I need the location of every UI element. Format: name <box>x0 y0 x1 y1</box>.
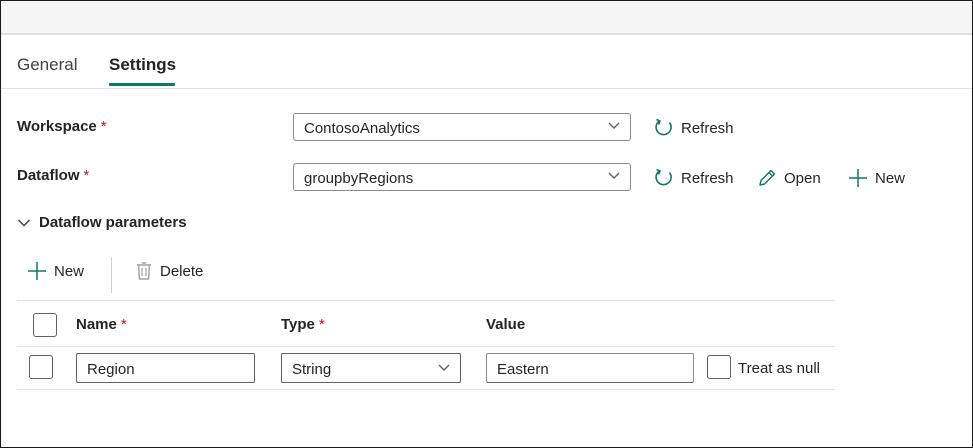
pipeline-activity-settings-panel: General Settings Workspace * ContosoAnaly… <box>0 0 973 448</box>
column-header-name: Name * <box>76 316 127 333</box>
column-header-name-text: Name <box>76 316 117 333</box>
dataflow-label-text: Dataflow <box>17 167 80 184</box>
dataflow-dropdown-value: groupbyRegions <box>304 170 414 187</box>
chevron-down-icon <box>17 218 31 227</box>
workspace-dropdown[interactable]: ContosoAnalytics <box>293 113 631 141</box>
refresh-icon <box>655 118 672 136</box>
dataflow-label: Dataflow * <box>17 167 89 184</box>
column-header-value-text: Value <box>486 316 526 333</box>
dataflow-new-button[interactable]: New <box>847 167 905 189</box>
panel-top-strip <box>1 1 972 35</box>
toolbar-divider <box>111 257 112 293</box>
chevron-down-icon <box>438 364 450 371</box>
grid-top-border <box>17 300 835 301</box>
required-mark: * <box>100 118 107 135</box>
workspace-dropdown-value: ContosoAnalytics <box>304 120 420 137</box>
select-all-checkbox[interactable] <box>33 313 57 337</box>
workspace-label: Workspace * <box>17 118 107 135</box>
dataflow-open-label: Open <box>784 169 821 187</box>
plus-icon <box>849 169 867 187</box>
treat-as-null-checkbox[interactable] <box>707 355 731 379</box>
chevron-down-icon <box>608 172 620 179</box>
workspace-refresh-button[interactable]: Refresh <box>653 117 734 139</box>
parameter-type-dropdown[interactable]: String <box>281 353 461 383</box>
column-header-type: Type * <box>281 316 325 333</box>
chevron-down-icon <box>608 122 620 129</box>
pencil-icon <box>759 169 776 186</box>
required-mark: * <box>83 167 90 184</box>
required-mark: * <box>318 316 325 333</box>
active-tab-indicator <box>109 83 175 86</box>
row-select-checkbox[interactable] <box>29 355 53 379</box>
parameter-delete-button[interactable]: Delete <box>134 260 203 282</box>
tab-general[interactable]: General <box>17 55 77 75</box>
trash-icon <box>137 262 151 280</box>
dataflow-new-label: New <box>875 169 906 187</box>
parameter-name-input[interactable]: Region <box>76 353 255 383</box>
parameter-new-label: New <box>54 262 85 280</box>
required-mark: * <box>120 316 127 333</box>
workspace-refresh-label: Refresh <box>681 119 734 137</box>
tab-settings[interactable]: Settings <box>109 55 176 75</box>
treat-as-null-label: Treat as null <box>738 360 820 377</box>
refresh-icon <box>655 168 672 186</box>
parameter-delete-label: Delete <box>160 262 204 280</box>
tabs-divider <box>1 88 972 89</box>
workspace-label-text: Workspace <box>17 118 97 135</box>
dataflow-open-button[interactable]: Open <box>756 167 821 189</box>
column-header-type-text: Type <box>281 316 315 333</box>
parameter-name-value: Region <box>87 361 135 378</box>
dataflow-refresh-label: Refresh <box>681 169 734 187</box>
grid-header-border <box>17 346 835 347</box>
grid-bottom-border <box>17 389 835 390</box>
parameter-type-value: String <box>292 361 332 378</box>
parameter-new-button[interactable]: New <box>26 260 84 282</box>
dataflow-dropdown[interactable]: groupbyRegions <box>293 163 631 191</box>
parameter-value-input[interactable]: Eastern <box>486 353 694 383</box>
dataflow-parameters-title: Dataflow parameters <box>39 214 187 231</box>
dataflow-refresh-button[interactable]: Refresh <box>653 167 734 189</box>
dataflow-parameters-toggle[interactable]: Dataflow parameters <box>17 214 187 231</box>
parameter-value-text: Eastern <box>497 361 549 378</box>
column-header-value: Value <box>486 316 525 333</box>
plus-icon <box>28 262 46 280</box>
